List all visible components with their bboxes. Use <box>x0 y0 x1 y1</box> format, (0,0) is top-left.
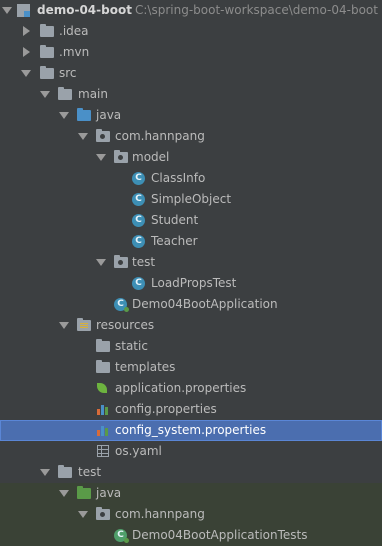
properties-file-icon <box>96 402 109 416</box>
folder-icon <box>58 465 72 478</box>
tree-row-config-system-properties[interactable]: config_system.properties <box>0 420 382 441</box>
tree-row-resources[interactable]: resources <box>0 315 382 336</box>
chevron-down-icon[interactable] <box>2 7 12 14</box>
chevron-down-icon[interactable] <box>40 469 50 476</box>
tree-row-src[interactable]: src <box>0 63 382 84</box>
tree-row-idea[interactable]: .idea <box>0 20 382 42</box>
tree-label-test-package: test <box>132 255 156 269</box>
chevron-down-icon[interactable] <box>59 490 69 497</box>
root-path: C:\spring-boot-workspace\demo-04-boot <box>135 3 378 17</box>
spring-leaf-icon <box>96 382 109 395</box>
tree-label-os-yaml: os.yaml <box>115 444 162 458</box>
chevron-down-icon[interactable] <box>40 91 50 98</box>
tree-label-src: src <box>59 66 77 80</box>
tree-label-mvn: mvn <box>62 45 90 59</box>
test-source-folder-icon <box>77 486 91 499</box>
tree-label-java: java <box>96 108 122 122</box>
class-icon: C <box>132 172 145 185</box>
tree-row-simpleobject[interactable]: C SimpleObject <box>0 189 382 210</box>
tree-row-test-package-root[interactable]: com.hannpang <box>0 504 382 525</box>
chevron-right-icon[interactable] <box>23 26 30 36</box>
chevron-down-icon[interactable] <box>96 154 106 161</box>
tree-row-main-package[interactable]: com.hannpang <box>0 126 382 147</box>
class-icon: C <box>132 277 145 290</box>
tree-label-main: main <box>78 87 108 101</box>
tree-row-templates[interactable]: templates <box>0 357 382 378</box>
class-icon: C <box>132 214 145 227</box>
test-class-icon: C <box>114 529 129 543</box>
tree-label-test-java: java <box>96 486 122 500</box>
spring-boot-class-icon: C <box>114 298 129 312</box>
source-folder-icon <box>77 108 91 121</box>
tree-label: .idea <box>59 24 89 38</box>
chevron-down-icon[interactable] <box>21 70 31 77</box>
module-icon <box>17 4 30 17</box>
tree-row-teacher[interactable]: C Teacher <box>0 231 382 252</box>
tree-label-test-package-root: com.hannpang <box>115 507 205 521</box>
tree-label-test: test <box>78 465 102 479</box>
folder-icon <box>40 45 54 58</box>
tree-row-model[interactable]: model <box>0 147 382 168</box>
root-name: demo-04-boot <box>37 3 132 17</box>
tree-row-main[interactable]: main <box>0 84 382 105</box>
tree-label-resources: resources <box>96 318 155 332</box>
tree-row-application-class[interactable]: C Demo04BootApplication <box>0 294 382 315</box>
package-icon <box>114 150 128 163</box>
properties-file-icon <box>96 423 109 437</box>
yaml-file-icon <box>97 445 109 457</box>
package-icon <box>96 507 110 520</box>
tree-label-application-properties: application.properties <box>115 381 247 395</box>
tree-label-templates: templates <box>115 360 176 374</box>
tree-row-static[interactable]: static <box>0 336 382 357</box>
tree-label-classinfo: ClassInfo <box>151 171 206 185</box>
folder-icon <box>40 24 54 37</box>
tree-label: .mvn <box>59 45 90 59</box>
tree-label-config-properties: config.properties <box>115 402 217 416</box>
tree-label-simpleobject: SimpleObject <box>151 192 232 206</box>
tree-label-package: com.hannpang <box>115 129 205 143</box>
chevron-down-icon[interactable] <box>78 133 88 140</box>
package-icon <box>114 255 128 268</box>
folder-icon <box>96 360 110 373</box>
tree-row-classinfo[interactable]: C ClassInfo <box>0 168 382 189</box>
tree-label-application-class: Demo04BootApplication <box>132 297 278 311</box>
tree-row-mvn[interactable]: .mvn <box>0 42 382 63</box>
tree-row-root[interactable]: demo-04-boot C:\spring-boot-workspace\de… <box>0 0 382 20</box>
tree-row-test-java[interactable]: java <box>0 483 382 504</box>
tree-label-student: Student <box>151 213 199 227</box>
tree-row-application-properties[interactable]: application.properties <box>0 378 382 399</box>
chevron-down-icon[interactable] <box>78 511 88 518</box>
tree-row-student[interactable]: C Student <box>0 210 382 231</box>
folder-icon <box>58 87 72 100</box>
folder-icon <box>40 66 54 79</box>
tree-row-test-package[interactable]: test <box>0 252 382 273</box>
tree-label-loadpropstest: LoadPropsTest <box>151 276 237 290</box>
tree-label-static: static <box>115 339 148 353</box>
tree-row-config-properties[interactable]: config.properties <box>0 399 382 420</box>
class-icon: C <box>132 193 145 206</box>
tree-row-test[interactable]: test <box>0 462 382 483</box>
tree-row-os-yaml[interactable]: os.yaml <box>0 441 382 462</box>
tree-row-main-java[interactable]: java <box>0 105 382 126</box>
tree-row-loadpropstest[interactable]: C LoadPropsTest <box>0 273 382 294</box>
tree-label-teacher: Teacher <box>151 234 198 248</box>
tree-label-config-system-properties: config_system.properties <box>115 423 267 437</box>
folder-icon <box>96 339 110 352</box>
class-icon: C <box>132 235 145 248</box>
tree-label-idea: idea <box>62 24 89 38</box>
package-icon <box>96 129 110 142</box>
tree-label-model: model <box>132 150 170 164</box>
resources-folder-icon <box>77 318 91 331</box>
chevron-down-icon[interactable] <box>96 259 106 266</box>
chevron-right-icon[interactable] <box>23 47 30 57</box>
chevron-down-icon[interactable] <box>59 322 69 329</box>
chevron-down-icon[interactable] <box>59 112 69 119</box>
project-tree: demo-04-boot C:\spring-boot-workspace\de… <box>0 0 382 546</box>
